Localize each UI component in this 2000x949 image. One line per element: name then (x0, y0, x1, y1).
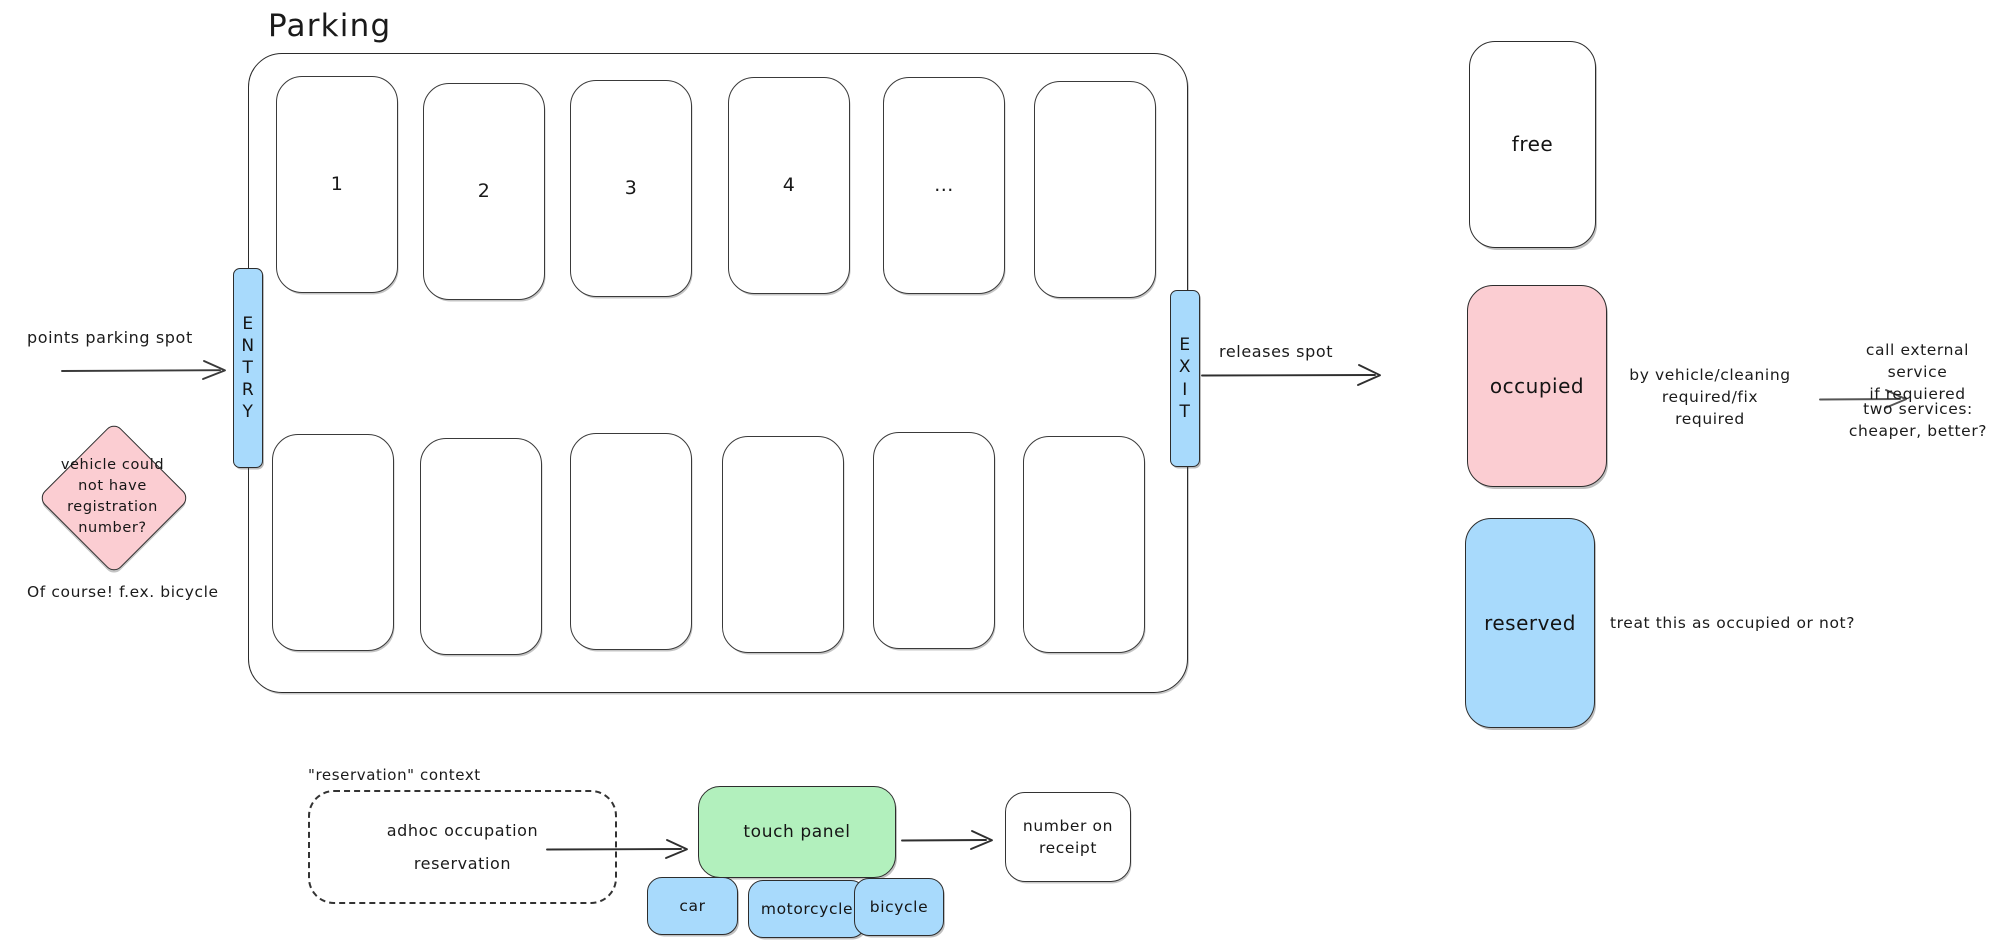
reservation-context-label: "reservation" context (308, 766, 481, 784)
reservation-line: reservation (413, 853, 512, 873)
receipt-label: number on receipt (1022, 817, 1114, 857)
vehicle-type-label: motorcycle (760, 899, 854, 918)
parking-spot-label: ... (934, 173, 954, 196)
legend-card-occupied[interactable]: occupied (1467, 285, 1607, 487)
exit-letter: E (1179, 335, 1191, 356)
external-service-question: two services: cheaper, better? (1848, 400, 1988, 440)
entry-letter: T (242, 357, 254, 378)
parking-spot-label: 1 (330, 172, 344, 195)
parking-spot[interactable]: 4 (728, 77, 850, 294)
vehicle-type-label: bicycle (869, 897, 929, 916)
parking-spot[interactable] (722, 436, 844, 653)
diamond-label: vehicle could not have registration numb… (60, 456, 165, 537)
exit-letter: I (1182, 379, 1188, 400)
reservation-line: adhoc occupation (386, 820, 539, 840)
vehicle-type-bicycle[interactable]: bicycle (854, 878, 944, 936)
entry-letter: R (241, 380, 255, 401)
entry-letter: E (242, 313, 254, 334)
reserved-note: treat this as occupied or not? (1610, 614, 1856, 632)
touch-panel-node[interactable]: touch panel (698, 786, 896, 878)
external-service-note: call external service if requiered (1865, 341, 1970, 403)
occupied-note: by vehicle/cleaning required/fix require… (1629, 366, 1791, 428)
entry-letter: Y (242, 402, 254, 423)
exit-gate[interactable]: E X I T (1170, 290, 1200, 467)
reservation-to-panel-arrow (546, 839, 688, 859)
parking-spot[interactable] (272, 434, 394, 651)
entry-arrow (61, 360, 226, 380)
vehicle-type-motorcycle[interactable]: motorcycle (748, 880, 866, 938)
parking-lot-container: 1 2 3 4 ... (248, 53, 1188, 693)
legend-card-reserved[interactable]: reserved (1465, 518, 1595, 728)
receipt-node[interactable]: number on receipt (1005, 792, 1131, 882)
parking-spot[interactable] (570, 433, 692, 650)
vehicle-type-label: car (679, 896, 706, 915)
parking-spot-label: 4 (782, 173, 796, 196)
parking-spot[interactable] (1023, 436, 1145, 653)
touch-panel-label: touch panel (743, 821, 851, 842)
parking-spot[interactable] (873, 432, 995, 649)
exit-letter: T (1179, 401, 1191, 422)
legend-card-free[interactable]: free (1469, 41, 1596, 248)
parking-spot[interactable]: 3 (570, 80, 692, 297)
legend-label-free: free (1511, 132, 1554, 156)
vehicle-type-car[interactable]: car (647, 877, 738, 935)
parking-spot-label: 3 (624, 176, 638, 199)
parking-spot[interactable]: 1 (276, 76, 398, 293)
panel-to-receipt-arrow (901, 830, 993, 850)
diagram-canvas: Parking 1 2 3 4 ... E N T R Y E X I T po… (0, 0, 2000, 949)
entry-arrow-label: points parking spot (27, 328, 193, 347)
page-title: Parking (268, 8, 392, 44)
entry-letter: N (241, 335, 255, 356)
parking-spot-label: 2 (477, 179, 491, 202)
legend-label-reserved: reserved (1484, 610, 1576, 635)
exit-arrow (1201, 364, 1381, 386)
parking-spot[interactable]: 2 (423, 83, 545, 300)
registration-question-diamond[interactable]: vehicle could not have registration numb… (10, 421, 215, 575)
exit-letter: X (1178, 357, 1192, 378)
parking-spot[interactable] (1034, 81, 1156, 298)
diamond-answer-note: Of course! f.ex. bicycle (27, 583, 219, 601)
parking-spot[interactable]: ... (883, 77, 1005, 294)
legend-label-occupied: occupied (1489, 373, 1585, 398)
parking-spot[interactable] (420, 438, 542, 655)
